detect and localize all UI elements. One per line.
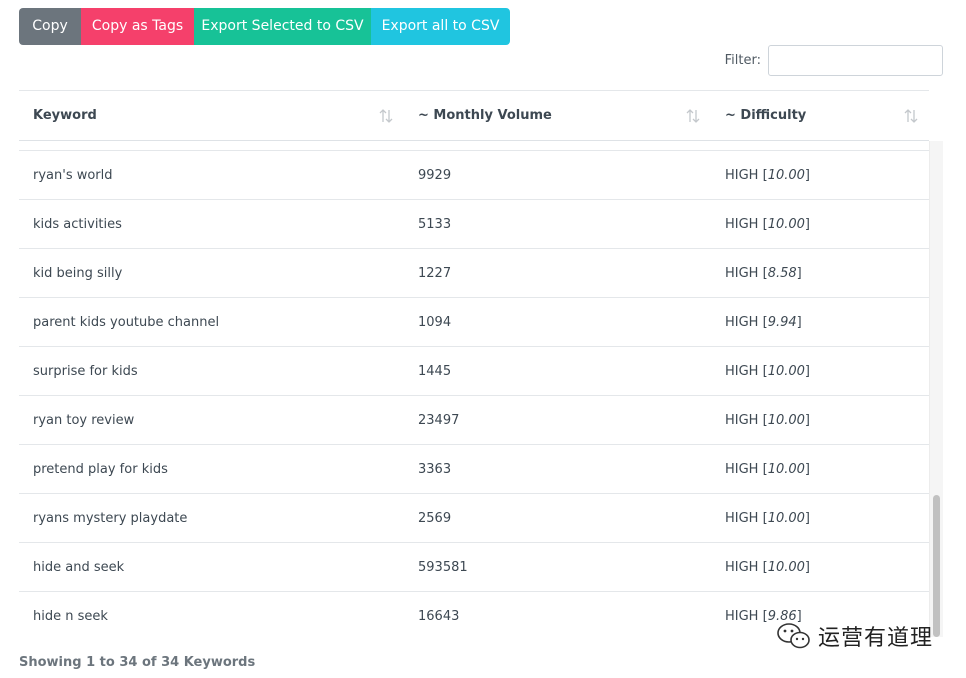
volume-cell: 1094 — [418, 314, 452, 330]
watermark-text: 运营有道理 — [818, 626, 934, 651]
table-info: Showing 1 to 34 of 34 Keywords — [19, 655, 256, 670]
difficulty-level: HIGH — [725, 167, 759, 183]
keyword-cell: kid being silly — [33, 265, 123, 281]
column-header-keyword[interactable]: Keyword — [19, 91, 404, 140]
sort-icon — [686, 109, 700, 123]
column-header-difficulty[interactable]: ~ Difficulty — [711, 91, 929, 140]
table-row-partial — [19, 141, 929, 151]
table-row[interactable]: hide and seek 593581 HIGH [10.00] — [19, 543, 929, 592]
difficulty-level: HIGH — [725, 510, 759, 526]
difficulty-level: HIGH — [725, 314, 759, 330]
difficulty-cell: HIGH [8.58] — [725, 265, 802, 281]
volume-cell: 9929 — [418, 167, 452, 183]
difficulty-score: 10.00 — [767, 167, 805, 183]
difficulty-score: 10.00 — [767, 461, 805, 477]
difficulty-cell: HIGH [10.00] — [725, 167, 810, 183]
keyword-cell: ryans mystery playdate — [33, 510, 188, 526]
keyword-cell: ryan toy review — [33, 412, 135, 428]
difficulty-score: 8.58 — [767, 265, 797, 281]
volume-cell: 23497 — [418, 412, 460, 428]
keyword-cell: surprise for kids — [33, 363, 138, 379]
export-all-csv-button[interactable]: Export all to CSV — [371, 8, 510, 45]
export-selected-csv-button[interactable]: Export Selected to CSV — [194, 8, 371, 45]
difficulty-level: HIGH — [725, 363, 759, 379]
volume-cell: 3363 — [418, 461, 452, 477]
difficulty-level: HIGH — [725, 559, 759, 575]
difficulty-score: 10.00 — [767, 412, 805, 428]
difficulty-cell: HIGH [10.00] — [725, 461, 810, 477]
difficulty-score: 10.00 — [767, 559, 805, 575]
volume-cell: 593581 — [418, 559, 468, 575]
table-row[interactable]: ryan toy review 23497 HIGH [10.00] — [19, 396, 929, 445]
keyword-cell: hide n seek — [33, 608, 108, 624]
filter-control: Filter: — [725, 45, 943, 76]
difficulty-cell: HIGH [10.00] — [725, 412, 810, 428]
table-row[interactable]: kids activities 5133 HIGH [10.00] — [19, 200, 929, 249]
filter-label: Filter: — [724, 53, 761, 68]
sort-icon — [904, 109, 918, 123]
difficulty-level: HIGH — [725, 461, 759, 477]
difficulty-cell: HIGH [10.00] — [725, 363, 810, 379]
volume-cell: 1227 — [418, 265, 452, 281]
table-row[interactable]: ryan's world 9929 HIGH [10.00] — [19, 151, 929, 200]
scrollbar-thumb[interactable] — [933, 495, 940, 637]
difficulty-score: 10.00 — [767, 216, 805, 232]
table-body-scroll[interactable]: ryan's world 9929 HIGH [10.00] kids acti… — [19, 141, 943, 637]
wechat-icon — [777, 623, 810, 649]
copy-as-tags-button[interactable]: Copy as Tags — [81, 8, 194, 45]
difficulty-level: HIGH — [725, 608, 759, 624]
volume-cell: 16643 — [418, 608, 460, 624]
column-header-label: Keyword — [33, 108, 97, 123]
volume-cell: 2569 — [418, 510, 452, 526]
difficulty-score: 9.94 — [767, 314, 797, 330]
table-row[interactable]: parent kids youtube channel 1094 HIGH [9… — [19, 298, 929, 347]
difficulty-cell: HIGH [10.00] — [725, 216, 810, 232]
keyword-cell: parent kids youtube channel — [33, 314, 220, 330]
table-body: ryan's world 9929 HIGH [10.00] kids acti… — [19, 141, 929, 637]
difficulty-score: 10.00 — [767, 363, 805, 379]
keyword-cell: pretend play for kids — [33, 461, 168, 477]
sort-icon — [379, 109, 393, 123]
keyword-table: Keyword ~ Monthly Volume ~ Difficulty — [19, 90, 929, 141]
copy-button[interactable]: Copy — [19, 8, 81, 45]
vertical-scrollbar[interactable] — [929, 141, 943, 637]
column-header-monthly-volume[interactable]: ~ Monthly Volume — [404, 91, 711, 140]
keyword-cell: kids activities — [33, 216, 122, 232]
export-button-group: Copy Copy as Tags Export Selected to CSV… — [19, 8, 510, 45]
difficulty-level: HIGH — [725, 265, 759, 281]
volume-cell: 5133 — [418, 216, 452, 232]
difficulty-level: HIGH — [725, 412, 759, 428]
table-row[interactable]: surprise for kids 1445 HIGH [10.00] — [19, 347, 929, 396]
difficulty-score: 10.00 — [767, 510, 805, 526]
difficulty-cell: HIGH [10.00] — [725, 510, 810, 526]
watermark: 运营有道理 — [776, 620, 933, 652]
difficulty-cell: HIGH [9.94] — [725, 314, 802, 330]
volume-cell: 1445 — [418, 363, 452, 379]
keyword-cell: ryan's world — [33, 167, 113, 183]
table-row[interactable]: kid being silly 1227 HIGH [8.58] — [19, 249, 929, 298]
filter-input[interactable] — [768, 45, 943, 76]
column-header-label: ~ Monthly Volume — [418, 108, 552, 123]
table-row[interactable]: ryans mystery playdate 2569 HIGH [10.00] — [19, 494, 929, 543]
difficulty-cell: HIGH [10.00] — [725, 559, 810, 575]
keyword-cell: hide and seek — [33, 559, 125, 575]
difficulty-level: HIGH — [725, 216, 759, 232]
table-row[interactable]: pretend play for kids 3363 HIGH [10.00] — [19, 445, 929, 494]
table-header: Keyword ~ Monthly Volume ~ Difficulty — [19, 90, 929, 141]
column-header-label: ~ Difficulty — [725, 108, 807, 123]
